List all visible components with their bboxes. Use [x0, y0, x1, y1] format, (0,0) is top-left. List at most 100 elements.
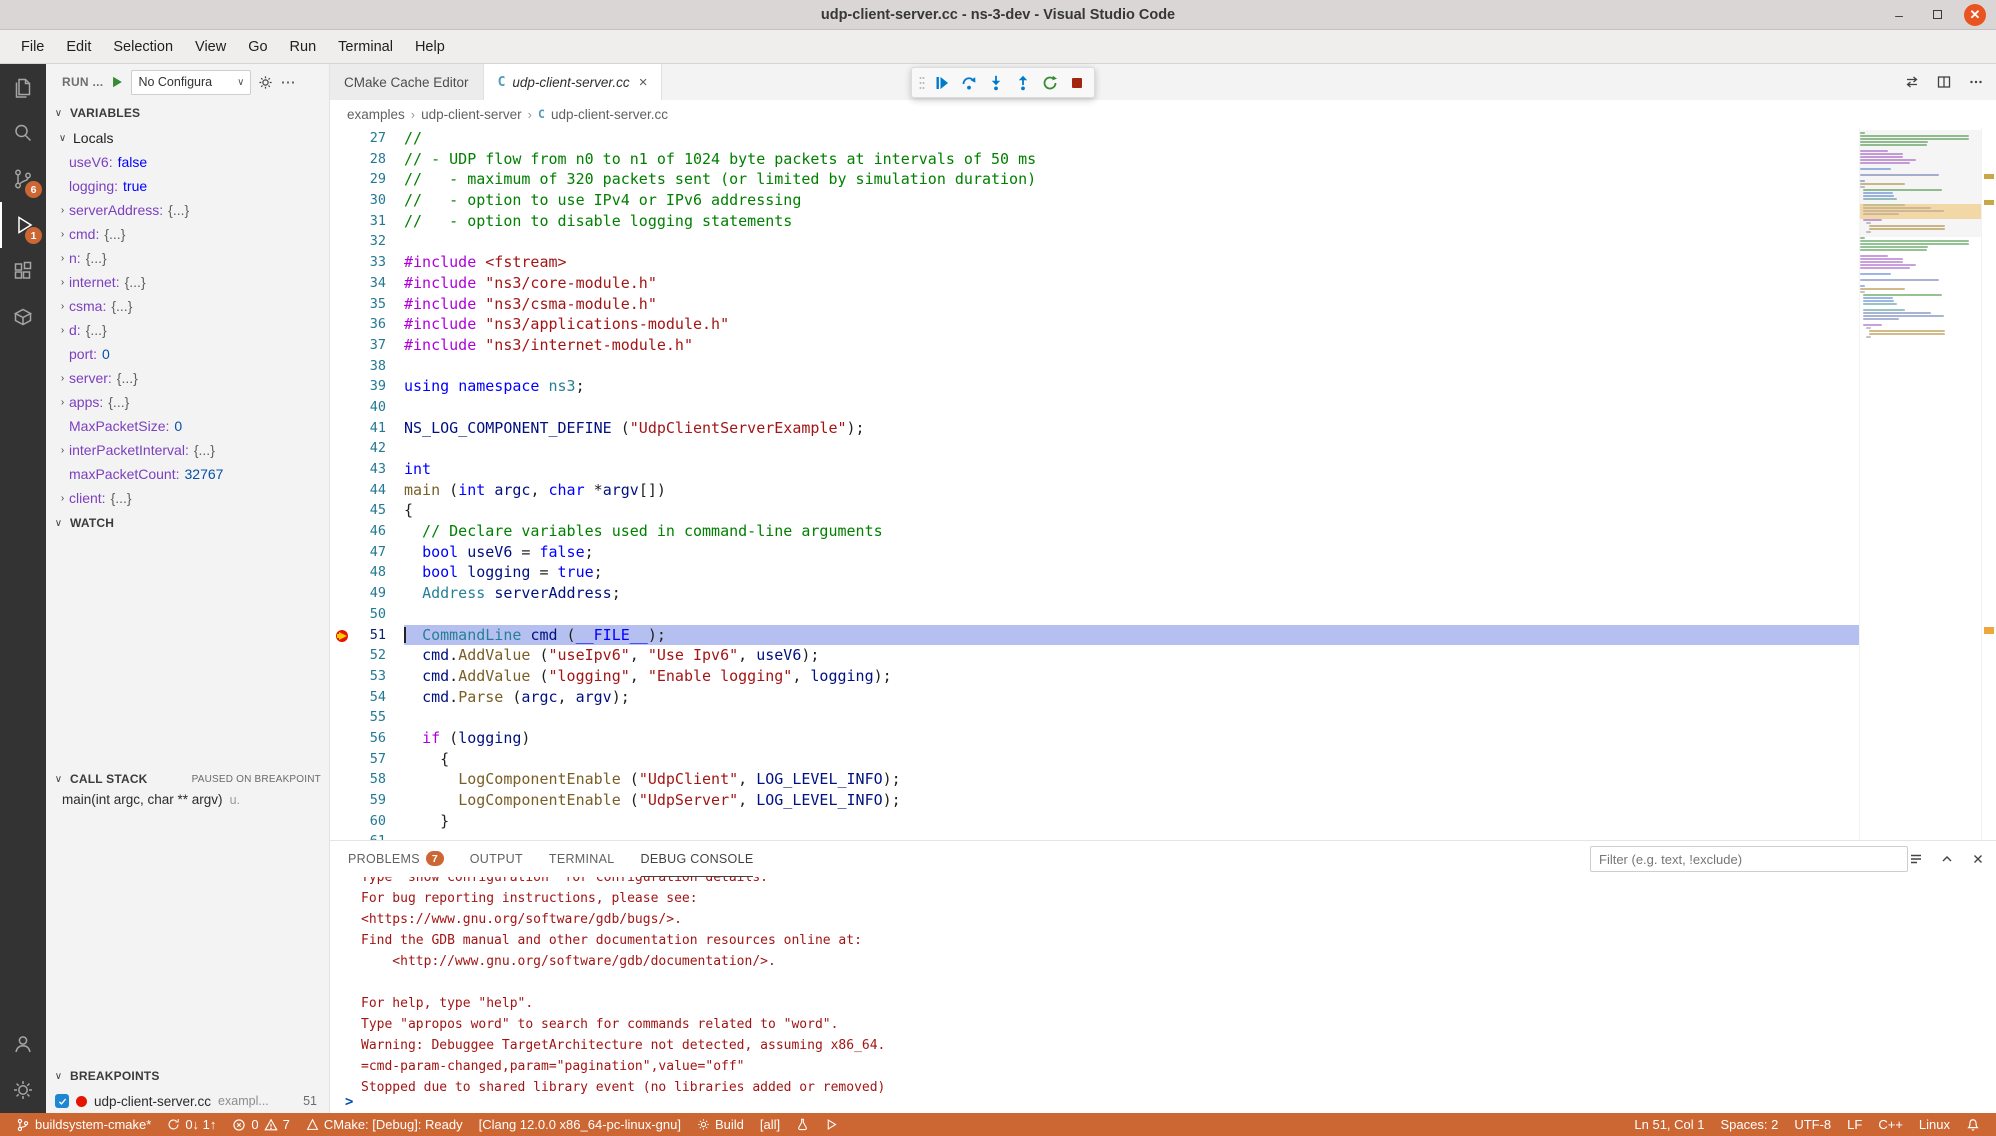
code-line-48[interactable]: 48 bool logging = true; [330, 562, 1859, 583]
cmake-build-button[interactable]: Build [689, 1113, 752, 1136]
watch-section-header[interactable]: ∨ WATCH [46, 510, 329, 536]
split-editor-icon[interactable] [1936, 74, 1952, 90]
code-line-54[interactable]: 54 cmd.Parse (argc, argv); [330, 687, 1859, 708]
breakpoints-section-header[interactable]: ∨ BREAKPOINTS [46, 1063, 329, 1089]
step-into-button[interactable] [983, 70, 1009, 96]
variable-row-internet[interactable]: ›internet:{...} [46, 270, 329, 294]
code-line-61[interactable]: 61 [330, 831, 1859, 840]
close-panel-icon[interactable] [1970, 851, 1986, 867]
minimap[interactable] [1859, 128, 1981, 840]
variable-row-apps[interactable]: ›apps:{...} [46, 390, 329, 414]
chevron-right-icon[interactable]: › [56, 301, 69, 312]
variable-row-port[interactable]: port:0 [46, 342, 329, 366]
menu-terminal[interactable]: Terminal [327, 34, 404, 60]
breadcrumb-item-examples[interactable]: examples [347, 107, 405, 122]
chevron-right-icon[interactable]: › [56, 253, 69, 264]
chevron-right-icon[interactable]: › [56, 229, 69, 240]
eol-status[interactable]: LF [1839, 1113, 1870, 1136]
chevron-right-icon[interactable]: › [56, 493, 69, 504]
breadcrumb-item-udp-client-server-cc[interactable]: udp-client-server.cc [551, 107, 668, 122]
code-line-30[interactable]: 30// - option to use IPv4 or IPv6 addres… [330, 190, 1859, 211]
remote-os-status[interactable]: Linux [1911, 1113, 1958, 1136]
editor-tab-cmake-cache-editor[interactable]: CMake Cache Editor [330, 64, 484, 100]
code-line-28[interactable]: 28// - UDP flow from n0 to n1 of 1024 by… [330, 149, 1859, 170]
code-line-27[interactable]: 27// [330, 128, 1859, 149]
breakpoint-checkbox[interactable] [55, 1094, 69, 1108]
cmake-tools-icon[interactable] [0, 294, 46, 340]
menu-file[interactable]: File [10, 34, 55, 60]
callstack-section-header[interactable]: ∨ CALL STACK PAUSED ON BREAKPOINT [46, 766, 329, 792]
step-out-button[interactable] [1010, 70, 1036, 96]
code-line-49[interactable]: 49 Address serverAddress; [330, 583, 1859, 604]
cmake-launch-button[interactable] [817, 1113, 846, 1136]
code-line-32[interactable]: 32 [330, 231, 1859, 252]
menu-view[interactable]: View [184, 34, 237, 60]
run-and-debug-icon[interactable]: 1 [0, 202, 46, 248]
open-changes-icon[interactable] [1904, 74, 1920, 90]
variable-row-interpacketinterval[interactable]: ›interPacketInterval:{...} [46, 438, 329, 462]
indentation-status[interactable]: Spaces: 2 [1713, 1113, 1787, 1136]
code-line-57[interactable]: 57 { [330, 749, 1859, 770]
cmake-status[interactable]: CMake: [Debug]: Ready [298, 1113, 471, 1136]
debug-configuration-dropdown[interactable]: No Configura ∨ [131, 70, 251, 95]
accounts-icon[interactable] [0, 1021, 46, 1067]
chevron-right-icon[interactable]: › [56, 445, 69, 456]
clear-console-icon[interactable] [1908, 851, 1924, 867]
chevron-right-icon[interactable]: › [56, 205, 69, 216]
variables-section-header[interactable]: ∨ VARIABLES [46, 100, 329, 126]
variable-row-server[interactable]: ›server:{...} [46, 366, 329, 390]
code-line-43[interactable]: 43int [330, 459, 1859, 480]
debug-settings-gear-icon[interactable] [258, 75, 273, 90]
variable-row-cmd[interactable]: ›cmd:{...} [46, 222, 329, 246]
debug-console[interactable]: Type "show configuration" for configurat… [330, 877, 1996, 1113]
continue-button[interactable] [929, 70, 955, 96]
start-debugging-button[interactable] [110, 75, 124, 89]
close-icon[interactable]: × [639, 74, 648, 91]
minimap-slider[interactable] [1860, 130, 1981, 237]
source-control-icon[interactable]: 6 [0, 156, 46, 202]
code-line-46[interactable]: 46 // Declare variables used in command-… [330, 521, 1859, 542]
drag-handle-icon[interactable] [916, 70, 928, 96]
chevron-right-icon[interactable]: › [56, 325, 69, 336]
code-line-29[interactable]: 29// - maximum of 320 packets sent (or l… [330, 169, 1859, 190]
stop-button[interactable] [1064, 70, 1090, 96]
code-line-52[interactable]: 52 cmd.AddValue ("useIpv6", "Use Ipv6", … [330, 645, 1859, 666]
cursor-position-status[interactable]: Ln 51, Col 1 [1626, 1113, 1712, 1136]
console-prompt[interactable]: > [345, 1094, 353, 1110]
search-icon[interactable] [0, 110, 46, 156]
code-line-51[interactable]: 51 CommandLine cmd (__FILE__); [330, 625, 1859, 646]
more-actions-icon[interactable]: ⋯ [280, 73, 296, 91]
code-line-55[interactable]: 55 [330, 707, 1859, 728]
chevron-right-icon[interactable]: › [56, 397, 69, 408]
variable-row-client[interactable]: ›client:{...} [46, 486, 329, 510]
menu-selection[interactable]: Selection [102, 34, 184, 60]
panel-tab-output[interactable]: OUTPUT [470, 841, 523, 877]
code-line-39[interactable]: 39using namespace ns3; [330, 376, 1859, 397]
chevron-right-icon[interactable]: › [56, 277, 69, 288]
cmake-kit[interactable]: [Clang 12.0.0 x86_64-pc-linux-gnu] [471, 1113, 689, 1136]
variable-row-csma[interactable]: ›csma:{...} [46, 294, 329, 318]
variable-row-serveraddress[interactable]: ›serverAddress:{...} [46, 198, 329, 222]
stack-frame-item[interactable]: main(int argc, char ** argv) u. [46, 792, 329, 816]
code-line-59[interactable]: 59 LogComponentEnable ("UdpServer", LOG_… [330, 790, 1859, 811]
cmake-build-target[interactable]: [all] [752, 1113, 788, 1136]
code-line-58[interactable]: 58 LogComponentEnable ("UdpClient", LOG_… [330, 769, 1859, 790]
code-line-40[interactable]: 40 [330, 397, 1859, 418]
variable-row-logging[interactable]: logging:true [46, 174, 329, 198]
menu-run[interactable]: Run [279, 34, 328, 60]
explorer-icon[interactable] [0, 64, 46, 110]
ctest-button[interactable] [788, 1113, 817, 1136]
code-line-31[interactable]: 31// - option to disable logging stateme… [330, 211, 1859, 232]
menu-help[interactable]: Help [404, 34, 456, 60]
variable-row-n[interactable]: ›n:{...} [46, 246, 329, 270]
menu-go[interactable]: Go [237, 34, 278, 60]
more-actions-icon[interactable] [1968, 74, 1984, 90]
git-branch-status[interactable]: buildsystem-cmake* [8, 1113, 159, 1136]
code-line-36[interactable]: 36#include "ns3/applications-module.h" [330, 314, 1859, 335]
extensions-icon[interactable] [0, 248, 46, 294]
code-line-38[interactable]: 38 [330, 356, 1859, 377]
code-line-35[interactable]: 35#include "ns3/csma-module.h" [330, 294, 1859, 315]
variable-row-maxpacketsize[interactable]: MaxPacketSize:0 [46, 414, 329, 438]
maximize-panel-icon[interactable] [1939, 851, 1955, 867]
step-over-button[interactable] [956, 70, 982, 96]
